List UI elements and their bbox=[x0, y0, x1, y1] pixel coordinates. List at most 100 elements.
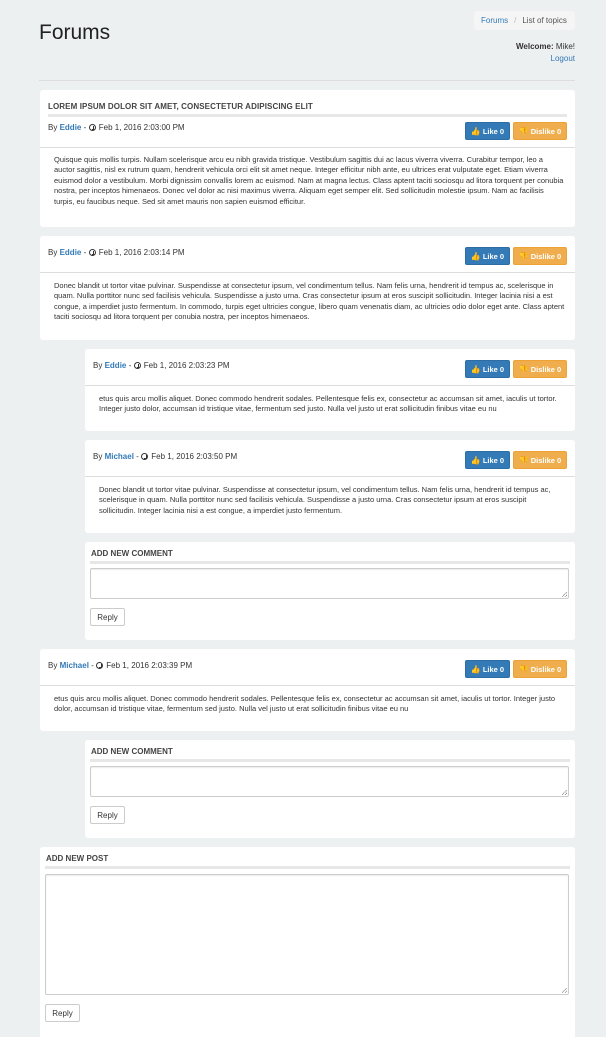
post-body: Donec blandit ut tortor vitae pulvinar. … bbox=[54, 281, 565, 322]
thumbs-down-icon: 👎 bbox=[518, 126, 529, 136]
add-comment-label: ADD NEW COMMENT bbox=[91, 549, 173, 558]
dislike-label: Dislike 0 bbox=[530, 455, 562, 465]
by-label: By bbox=[48, 123, 58, 132]
thumbs-up-icon: 👍 bbox=[470, 664, 481, 674]
post-date: Feb 1, 2016 2:03:39 PM bbox=[106, 661, 193, 670]
by-label: By bbox=[93, 361, 103, 370]
meta-dash: - bbox=[128, 361, 132, 370]
clock-icon bbox=[96, 662, 104, 669]
dislike-label: Dislike 0 bbox=[530, 364, 562, 374]
comment-body: etus quis arcu mollis aliquet. Donec com… bbox=[99, 394, 557, 414]
welcome-user: Mike! bbox=[555, 42, 575, 51]
by-label: By bbox=[93, 452, 103, 461]
dislike-button[interactable]: 👎 Dislike 0 bbox=[513, 247, 567, 265]
section-rule bbox=[90, 561, 570, 564]
post-date: Feb 1, 2016 2:03:14 PM bbox=[98, 248, 185, 257]
breadcrumb-current: List of topics bbox=[522, 16, 567, 25]
like-label: Like 0 bbox=[482, 364, 505, 374]
add-comment-label: ADD NEW COMMENT bbox=[91, 747, 173, 756]
vote-buttons: 👍 Like 0 👎 Dislike 0 bbox=[465, 360, 567, 378]
by-label: By bbox=[48, 248, 58, 257]
header-divider bbox=[39, 80, 575, 81]
comment-meta: By Eddie - Feb 1, 2016 2:03:23 PM bbox=[93, 361, 230, 370]
thumbs-up-icon: 👍 bbox=[470, 455, 481, 465]
breadcrumb: Forums / List of topics bbox=[474, 11, 575, 30]
vote-buttons: 👍 Like 0 👎 Dislike 0 bbox=[465, 660, 567, 678]
thumbs-up-icon: 👍 bbox=[470, 126, 481, 136]
vote-buttons: 👍 Like 0 👎 Dislike 0 bbox=[465, 122, 567, 140]
thumbs-down-icon: 👎 bbox=[518, 664, 529, 674]
post-meta: By Eddie - Feb 1, 2016 2:03:14 PM bbox=[48, 248, 185, 257]
dislike-label: Dislike 0 bbox=[530, 664, 562, 674]
comment-meta: By Michael - Feb 1, 2016 2:03:50 PM bbox=[93, 452, 237, 461]
post-card: By Michael - Feb 1, 2016 2:03:39 PM 👍 Lik… bbox=[40, 649, 575, 731]
reply-button[interactable]: Reply bbox=[90, 806, 125, 824]
comment-textarea[interactable] bbox=[90, 766, 569, 797]
clock-icon bbox=[141, 453, 149, 460]
section-rule bbox=[90, 759, 570, 762]
thumbs-down-icon: 👎 bbox=[518, 455, 529, 465]
page-title: Forums bbox=[39, 21, 111, 44]
like-button[interactable]: 👍 Like 0 bbox=[465, 247, 510, 265]
vote-buttons: 👍 Like 0 👎 Dislike 0 bbox=[465, 247, 567, 265]
breadcrumb-forums-link[interactable]: Forums bbox=[481, 16, 508, 25]
post-date: Feb 1, 2016 2:03:00 PM bbox=[98, 123, 185, 132]
post-divider bbox=[40, 685, 575, 686]
thumbs-down-icon: 👎 bbox=[518, 251, 529, 261]
logout-link[interactable]: Logout bbox=[551, 54, 575, 63]
meta-dash: - bbox=[91, 661, 94, 670]
dislike-button[interactable]: 👎 Dislike 0 bbox=[513, 360, 567, 378]
clock-icon bbox=[88, 249, 96, 256]
meta-dash: - bbox=[136, 452, 139, 461]
meta-dash: - bbox=[83, 123, 87, 132]
thumbs-down-icon: 👎 bbox=[518, 364, 529, 374]
like-button[interactable]: 👍 Like 0 bbox=[465, 451, 510, 469]
post-textarea[interactable] bbox=[45, 874, 569, 995]
comment-author-link[interactable]: Eddie bbox=[105, 361, 127, 370]
reply-button[interactable]: Reply bbox=[90, 608, 125, 626]
post-body: etus quis arcu mollis aliquet. Donec com… bbox=[54, 694, 556, 714]
breadcrumb-separator: / bbox=[514, 16, 517, 25]
add-post-label: ADD NEW POST bbox=[46, 854, 109, 863]
welcome-message: Welcome: Mike! bbox=[516, 42, 575, 51]
add-comment-card: ADD NEW COMMENT Reply bbox=[85, 542, 575, 640]
like-button[interactable]: 👍 Like 0 bbox=[465, 122, 510, 140]
comment-divider bbox=[85, 385, 575, 386]
post-meta: By Eddie - Feb 1, 2016 2:03:00 PM bbox=[48, 123, 185, 132]
dislike-button[interactable]: 👎 Dislike 0 bbox=[513, 660, 567, 678]
comment-author-link[interactable]: Michael bbox=[105, 452, 134, 461]
post-card: By Eddie - Feb 1, 2016 2:03:14 PM 👍 Like … bbox=[40, 236, 575, 340]
reply-button[interactable]: Reply bbox=[45, 1004, 80, 1022]
dislike-label: Dislike 0 bbox=[530, 251, 562, 261]
post-card: LOREM IPSUM DOLOR SIT AMET, CONSECTETUR … bbox=[40, 90, 575, 227]
post-author-link[interactable]: Michael bbox=[60, 661, 89, 670]
section-rule bbox=[45, 866, 570, 869]
like-label: Like 0 bbox=[482, 251, 505, 261]
post-divider bbox=[40, 272, 575, 273]
add-post-card: ADD NEW POST Reply bbox=[40, 847, 575, 1037]
thumbs-up-icon: 👍 bbox=[470, 364, 481, 374]
like-label: Like 0 bbox=[482, 664, 505, 674]
comment-card: By Eddie - Feb 1, 2016 2:03:23 PM 👍 Like … bbox=[85, 349, 575, 431]
clock-icon bbox=[88, 124, 96, 131]
like-label: Like 0 bbox=[482, 455, 505, 465]
comment-card: By Michael - Feb 1, 2016 2:03:50 PM 👍 Lik… bbox=[85, 440, 575, 533]
title-rule bbox=[48, 114, 567, 117]
comment-date: Feb 1, 2016 2:03:50 PM bbox=[151, 452, 238, 461]
add-comment-card: ADD NEW COMMENT Reply bbox=[85, 740, 575, 838]
thumbs-up-icon: 👍 bbox=[470, 251, 481, 261]
welcome-label: Welcome: bbox=[516, 42, 554, 51]
like-label: Like 0 bbox=[482, 126, 505, 136]
comment-date: Feb 1, 2016 2:03:23 PM bbox=[143, 361, 230, 370]
dislike-button[interactable]: 👎 Dislike 0 bbox=[513, 451, 567, 469]
meta-dash: - bbox=[83, 248, 87, 257]
post-body: Quisque quis mollis turpis. Nullam scele… bbox=[54, 155, 564, 206]
like-button[interactable]: 👍 Like 0 bbox=[465, 660, 510, 678]
comment-body: Donec blandit ut tortor vitae pulvinar. … bbox=[99, 485, 551, 515]
comment-textarea[interactable] bbox=[90, 568, 569, 599]
post-author-link[interactable]: Eddie bbox=[60, 123, 82, 132]
dislike-button[interactable]: 👎 Dislike 0 bbox=[513, 122, 567, 140]
post-author-link[interactable]: Eddie bbox=[60, 248, 82, 257]
post-divider bbox=[40, 147, 575, 148]
like-button[interactable]: 👍 Like 0 bbox=[465, 360, 510, 378]
